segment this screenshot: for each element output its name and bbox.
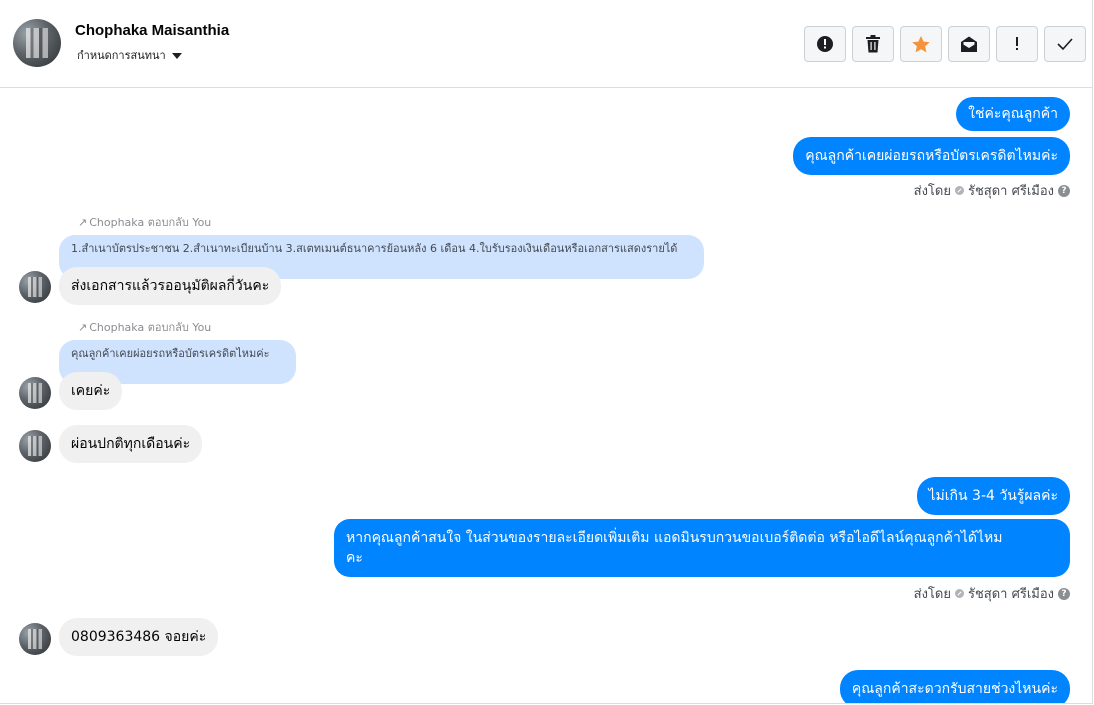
incoming-message[interactable]: ส่งเอกสารแล้วรออนุมัติผลกี่วันคะ	[59, 267, 282, 305]
sent-by-info: ส่งโดย รัชสุดา ศรีเมือง ?	[914, 583, 1070, 604]
contact-avatar-small	[19, 271, 51, 303]
contact-avatar[interactable]	[13, 19, 61, 67]
outgoing-message[interactable]: คุณลูกค้าเคยผ่อยรถหรือบัตรเครดิตไหมค่ะ	[793, 137, 1070, 175]
exclamation-icon	[1016, 37, 1018, 50]
verified-icon	[954, 589, 964, 598]
check-icon	[1057, 38, 1073, 51]
envelope-icon	[961, 36, 977, 52]
mark-done-button[interactable]	[1044, 26, 1086, 62]
reply-note-text: Chophaka ตอบกลับ You	[89, 216, 212, 229]
reply-arrow-icon: ↗	[78, 215, 88, 229]
mark-unread-button[interactable]	[948, 26, 990, 62]
exclamation-circle-icon	[817, 36, 833, 52]
incoming-message[interactable]: ผ่อนปกติทุกเดือนค่ะ	[59, 425, 203, 463]
assign-label: กำหนดการสนทนา	[77, 49, 166, 62]
incoming-message[interactable]: 0809363486 จอยค่ะ	[59, 618, 219, 656]
star-icon	[912, 35, 930, 52]
sender-name[interactable]: รัชสุดา ศรีเมือง	[968, 180, 1054, 201]
conversation-header: Chophaka Maisanthia กำหนดการสนทนา	[0, 0, 1092, 88]
inbox-conversation-panel: Chophaka Maisanthia กำหนดการสนทนา ใช่ค่ะ…	[0, 0, 1093, 704]
reply-note: ↗ Chophaka ตอบกลับ You	[78, 318, 211, 336]
outgoing-message[interactable]: หากคุณลูกค้าสนใจ ในส่วนของรายละเอียดเพิ่…	[334, 519, 1070, 577]
star-button[interactable]	[900, 26, 942, 62]
outgoing-message[interactable]: ใช่ค่ะคุณลูกค้า	[956, 97, 1070, 131]
conversation-toolbar	[804, 26, 1086, 62]
help-icon[interactable]: ?	[1058, 587, 1070, 600]
delete-button[interactable]	[852, 26, 894, 62]
outgoing-message[interactable]: คุณลูกค้าสะดวกรับสายช่วงไหนค่ะ	[839, 670, 1070, 703]
message-thread[interactable]: ใช่ค่ะคุณลูกค้า คุณลูกค้าเคยผ่อยรถหรือบั…	[0, 89, 1092, 703]
incoming-message[interactable]: เคยค่ะ	[59, 372, 123, 410]
caret-down-icon	[171, 52, 182, 59]
help-icon[interactable]: ?	[1058, 184, 1070, 197]
contact-avatar-small	[19, 430, 51, 462]
reply-note: ↗ Chophaka ตอบกลับ You	[78, 213, 211, 231]
message-line: คะ	[346, 550, 363, 566]
message-line: หากคุณลูกค้าสนใจ ในส่วนของรายละเอียดเพิ่…	[346, 530, 1003, 546]
outgoing-message[interactable]: ไม่เกิน 3-4 วันรู้ผลค่ะ	[916, 477, 1070, 515]
contact-avatar-small	[19, 623, 51, 655]
verified-icon	[954, 186, 964, 195]
reply-note-text: Chophaka ตอบกลับ You	[89, 321, 212, 334]
sent-by-info: ส่งโดย รัชสุดา ศรีเมือง ?	[914, 180, 1070, 201]
contact-avatar-small	[19, 377, 51, 409]
sender-name[interactable]: รัชสุดา ศรีเมือง	[968, 583, 1054, 604]
sent-by-prefix: ส่งโดย	[913, 184, 951, 199]
reply-arrow-icon: ↗	[78, 320, 88, 334]
contact-name[interactable]: Chophaka Maisanthia	[75, 22, 229, 39]
sent-by-prefix: ส่งโดย	[913, 587, 951, 602]
assign-conversation-dropdown[interactable]: กำหนดการสนทนา	[77, 46, 182, 64]
mark-important-button[interactable]	[996, 26, 1038, 62]
trash-icon	[866, 35, 880, 53]
mark-spam-button[interactable]	[804, 26, 846, 62]
